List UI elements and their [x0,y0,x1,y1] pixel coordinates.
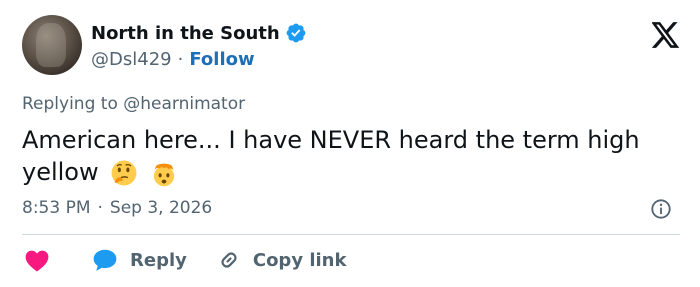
heart-icon [25,250,49,272]
author-name-row: North in the South [91,22,307,44]
info-icon[interactable] [650,198,672,220]
handle-row: @Dsl429 · Follow [91,49,255,70]
tweet-meta: 8:53 PM · Sep 3, 2026 [22,198,212,218]
verified-badge-icon [286,23,306,43]
action-bar: Reply Copy link [22,246,346,274]
display-name[interactable]: North in the South [91,23,280,44]
copy-link-label: Copy link [252,249,347,271]
user-handle[interactable]: @Dsl429 [91,49,172,70]
separator-dot: · [97,198,103,218]
thinking-face-emoji-icon [111,160,137,186]
tweet-date[interactable]: Sep 3, 2026 [110,198,212,218]
speech-bubble-icon [93,249,117,271]
follow-button[interactable]: Follow [189,49,254,70]
replying-to: Replying to @hearnimator [22,94,246,114]
like-button[interactable] [22,248,50,272]
link-icon [221,252,237,268]
avatar[interactable] [22,15,82,75]
x-logo-icon[interactable] [652,22,680,48]
exploding-head-emoji-icon [153,160,175,187]
reply-button[interactable]: Reply [92,248,187,272]
separator-dot: · [177,49,184,70]
tweet-time[interactable]: 8:53 PM [22,198,91,218]
reply-label: Reply [130,249,187,271]
tweet-body: American here... I have NEVER heard the … [22,124,662,188]
copy-link-button[interactable]: Copy link [217,248,347,272]
divider [22,234,680,235]
